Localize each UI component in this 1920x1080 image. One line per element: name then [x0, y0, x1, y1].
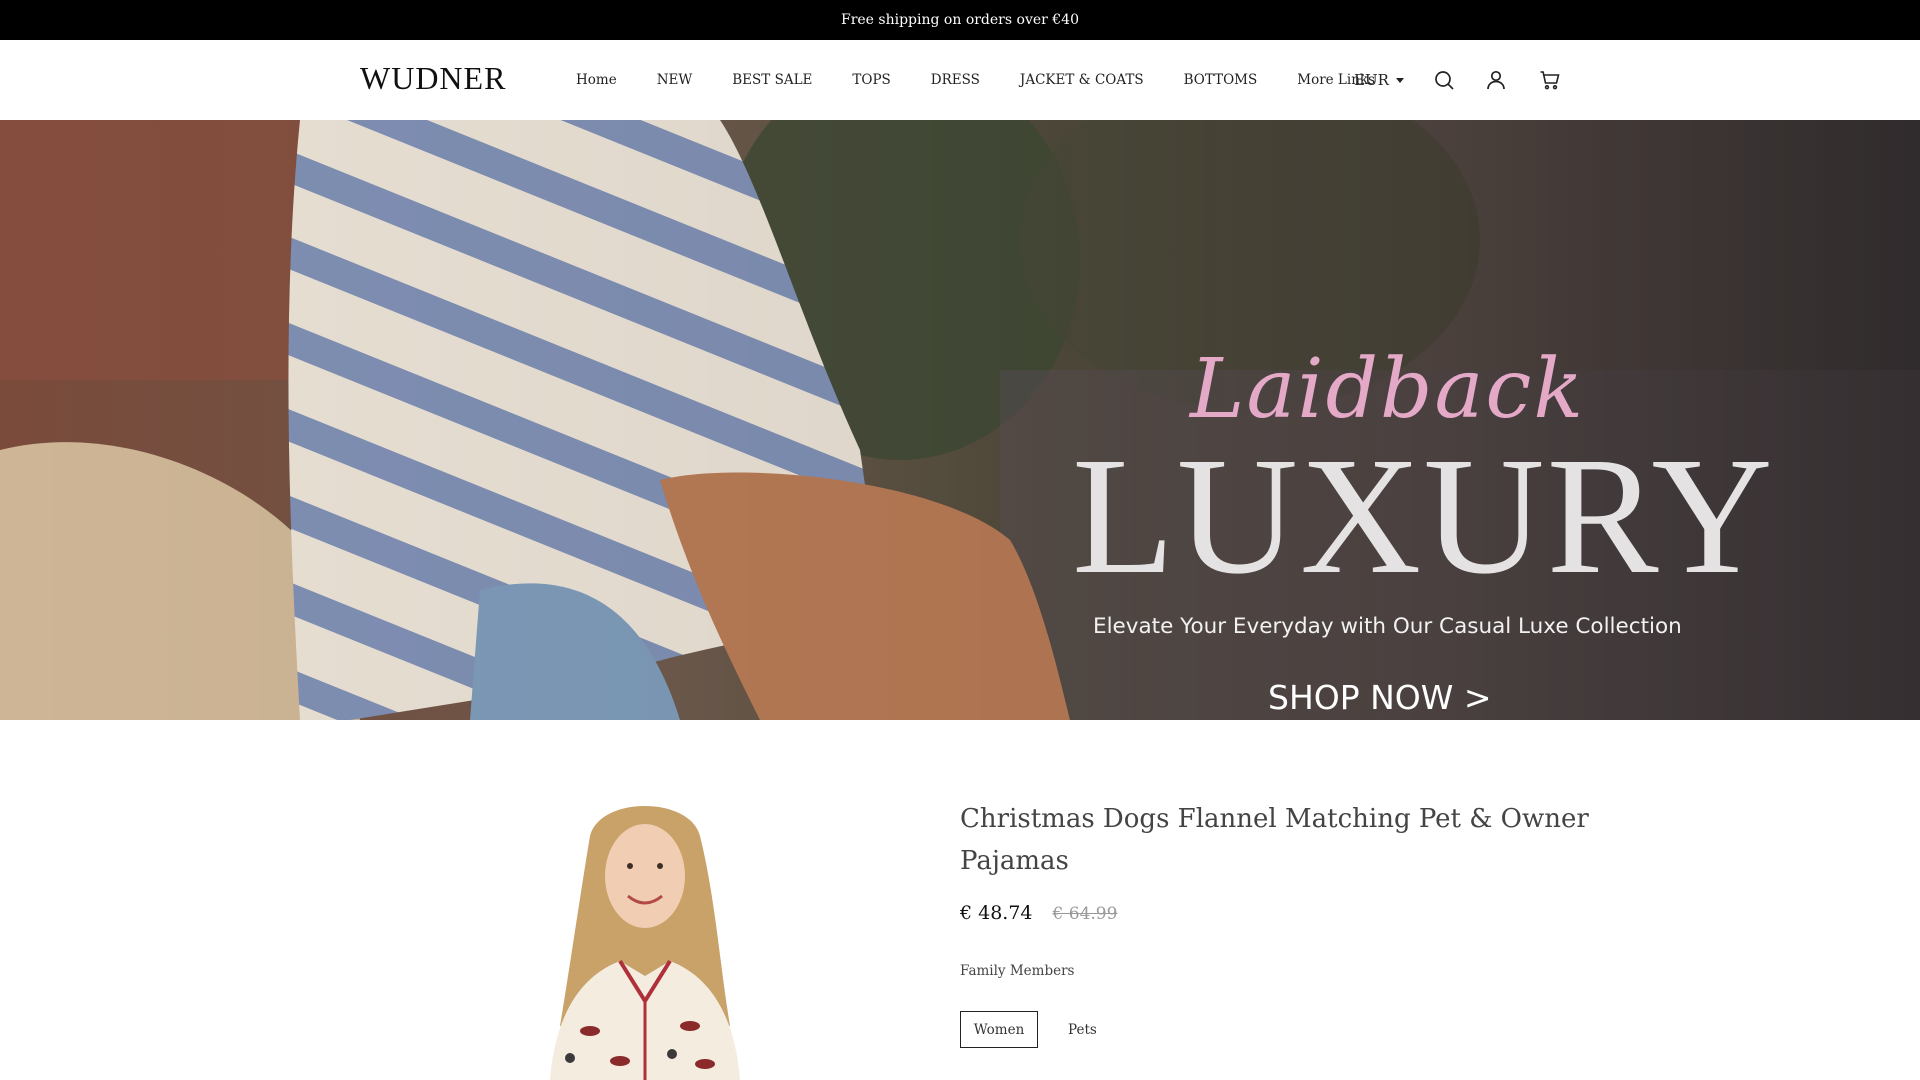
currency-label: EUR: [1354, 71, 1389, 89]
option-label: Family Members: [960, 963, 1075, 979]
product-image[interactable]: [500, 796, 790, 1080]
product-title: Christmas Dogs Flannel Matching Pet & Ow…: [960, 804, 1589, 876]
nav-item-best-sale[interactable]: BEST SALE: [732, 72, 812, 88]
currency-selector[interactable]: EUR: [1354, 40, 1404, 120]
main-nav: Home NEW BEST SALE TOPS DRESS JACKET & C…: [576, 40, 1375, 120]
announcement-bar: Free shipping on orders over €40: [0, 0, 1920, 40]
sale-price: € 48.74: [960, 902, 1033, 924]
nav-item-jacket-coats[interactable]: JACKET & COATS: [1020, 72, 1144, 88]
hero-headline: LUXURY: [1072, 423, 1775, 609]
option-women[interactable]: Women: [960, 1011, 1038, 1048]
shop-now-button[interactable]: SHOP NOW >: [1268, 678, 1492, 720]
price-row: € 48.74 € 64.99: [960, 902, 1117, 924]
caret-down-icon: [1395, 77, 1404, 83]
nav-item-home[interactable]: Home: [576, 72, 617, 88]
family-member-options: Women Pets: [960, 1011, 1113, 1048]
nav-item-bottoms[interactable]: BOTTOMS: [1184, 72, 1258, 88]
hero-banner[interactable]: Laidback LUXURY Elevate Your Everyday wi…: [0, 120, 1920, 720]
nav-item-dress[interactable]: DRESS: [931, 72, 980, 88]
account-icon[interactable]: [1484, 68, 1508, 92]
announcement-text: Free shipping on orders over €40: [840, 12, 1079, 28]
search-icon[interactable]: [1432, 68, 1456, 92]
nav-item-tops[interactable]: TOPS: [852, 72, 890, 88]
site-logo[interactable]: WUDNER: [360, 60, 506, 97]
cart-icon[interactable]: [1538, 68, 1562, 92]
option-pets[interactable]: Pets: [1052, 1011, 1113, 1048]
compare-price: € 64.99: [1052, 904, 1118, 924]
nav-item-new[interactable]: NEW: [657, 72, 693, 88]
hero-subtitle: Elevate Your Everyday with Our Casual Lu…: [1093, 614, 1682, 639]
site-header: WUDNER Home NEW BEST SALE TOPS DRESS JAC…: [0, 40, 1920, 120]
